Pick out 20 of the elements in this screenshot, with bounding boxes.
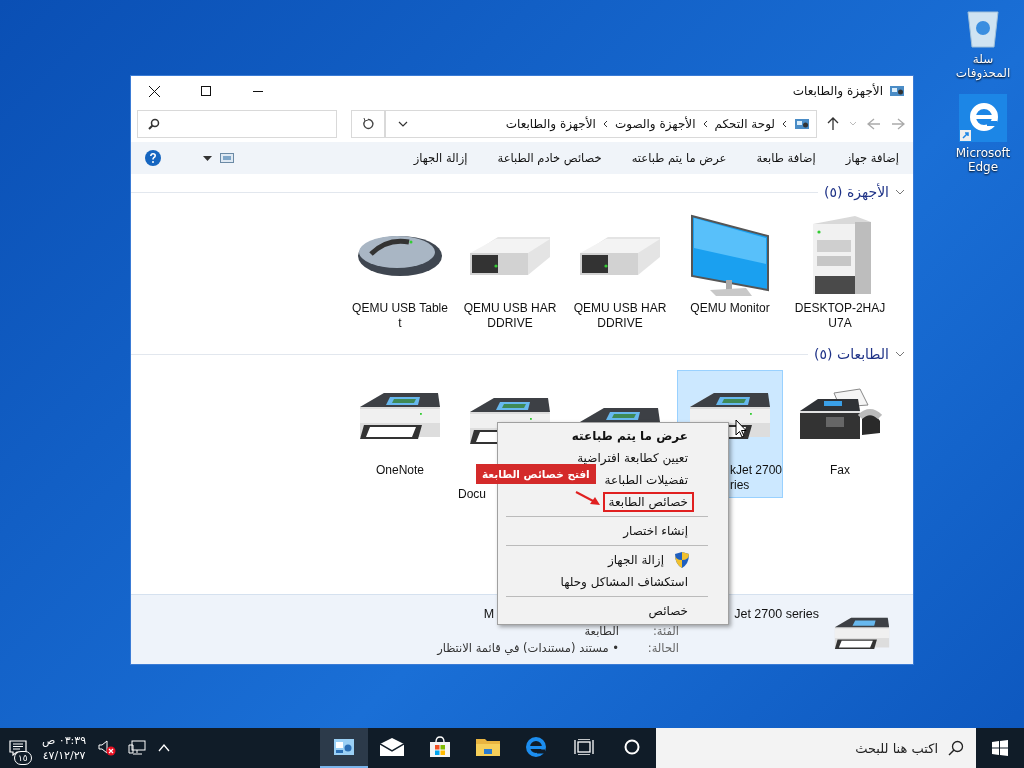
device-label: QEMU USB Tablet xyxy=(351,301,449,331)
device-label: QEMU Monitor xyxy=(689,301,771,317)
annotation-tooltip: افتح خصائص الطابعة xyxy=(476,464,596,484)
property-label: الفئة: xyxy=(651,624,679,638)
device-label: kJet 2700 ries xyxy=(730,463,784,493)
property-value: الطابعة xyxy=(584,624,619,638)
device-name: Jet 2700 series xyxy=(734,607,819,621)
device-label: QEMU USB HARDDRIVE xyxy=(572,301,668,331)
property-value: • مستند (مستندات) في قائمة الانتظار xyxy=(437,641,619,655)
clock-date: ٤٧/١٢/٢٧ xyxy=(42,748,86,763)
notification-count: ١٥ xyxy=(14,751,32,765)
device-label: Fax xyxy=(829,463,851,479)
device-name: M xyxy=(483,607,495,621)
device-label: QEMU USB HARDDRIVE xyxy=(462,301,558,331)
clock-time: ٠٣:٣٩ ص xyxy=(42,733,87,748)
window-title: الأجهزة والطابعات xyxy=(792,84,883,98)
search-placeholder: اكتب هنا للبحث xyxy=(855,740,938,756)
property-label: الحالة: xyxy=(646,641,679,655)
device-label: OneNote xyxy=(375,463,425,479)
device-label: DESKTOP-2HAJU7A xyxy=(793,301,887,331)
